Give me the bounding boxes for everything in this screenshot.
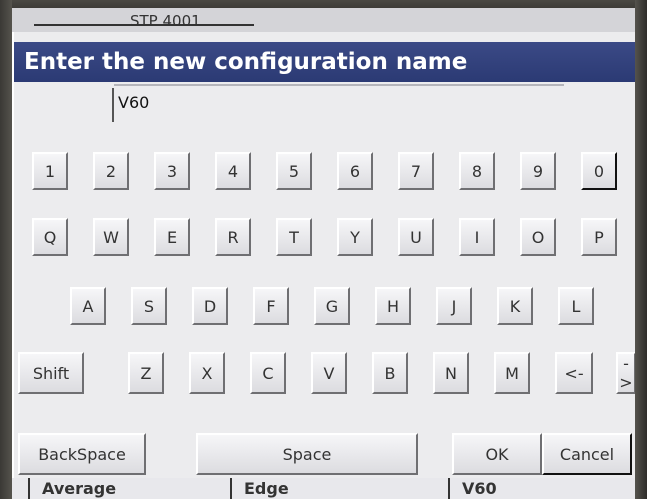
background-cell-v60: V60: [448, 478, 642, 499]
background-title-text: STP 4001: [130, 12, 201, 30]
key-4[interactable]: 4: [215, 152, 251, 190]
key-x[interactable]: X: [189, 352, 225, 394]
configuration-name-input[interactable]: V60: [112, 88, 312, 122]
key-cursor-left[interactable]: <-: [555, 352, 593, 394]
key-d[interactable]: D: [192, 287, 228, 325]
key-k[interactable]: K: [497, 287, 533, 325]
key-w[interactable]: W: [93, 218, 129, 256]
cancel-button[interactable]: Cancel: [542, 433, 632, 475]
key-6[interactable]: 6: [337, 152, 373, 190]
key-h[interactable]: H: [375, 287, 411, 325]
key-j[interactable]: J: [436, 287, 472, 325]
key-p[interactable]: P: [581, 218, 617, 256]
key-t[interactable]: T: [276, 218, 312, 256]
key-5[interactable]: 5: [276, 152, 312, 190]
key-g[interactable]: G: [314, 287, 350, 325]
background-cell-edge: Edge: [230, 478, 444, 499]
space-button[interactable]: Space: [196, 433, 418, 475]
key-m[interactable]: M: [494, 352, 530, 394]
key-shift[interactable]: Shift: [18, 352, 84, 394]
title-underline: [114, 84, 564, 86]
background-cell-average: Average: [28, 478, 227, 499]
key-i[interactable]: I: [459, 218, 495, 256]
key-r[interactable]: R: [215, 218, 251, 256]
backspace-button[interactable]: BackSpace: [18, 433, 146, 475]
key-b[interactable]: B: [372, 352, 408, 394]
key-u[interactable]: U: [398, 218, 434, 256]
key-7[interactable]: 7: [398, 152, 434, 190]
key-1[interactable]: 1: [32, 152, 68, 190]
dialog-title: Enter the new configuration name: [14, 42, 636, 82]
key-y[interactable]: Y: [337, 218, 373, 256]
screen-bezel-right: [635, 0, 647, 499]
key-9[interactable]: 9: [520, 152, 556, 190]
key-3[interactable]: 3: [154, 152, 190, 190]
key-a[interactable]: A: [70, 287, 106, 325]
key-2[interactable]: 2: [93, 152, 129, 190]
ok-button[interactable]: OK: [452, 433, 542, 475]
keyboard-dialog: Enter the new configuration name V60 123…: [12, 32, 636, 478]
key-c[interactable]: C: [250, 352, 286, 394]
key-v[interactable]: V: [311, 352, 347, 394]
key-8[interactable]: 8: [459, 152, 495, 190]
key-cursor-right[interactable]: ->: [616, 352, 636, 394]
key-q[interactable]: Q: [32, 218, 68, 256]
key-n[interactable]: N: [433, 352, 469, 394]
key-s[interactable]: S: [131, 287, 167, 325]
screen-bezel-left: [0, 0, 12, 499]
key-f[interactable]: F: [253, 287, 289, 325]
key-e[interactable]: E: [154, 218, 190, 256]
key-z[interactable]: Z: [128, 352, 164, 394]
key-0[interactable]: 0: [581, 152, 617, 190]
key-l[interactable]: L: [558, 287, 594, 325]
key-o[interactable]: O: [520, 218, 556, 256]
